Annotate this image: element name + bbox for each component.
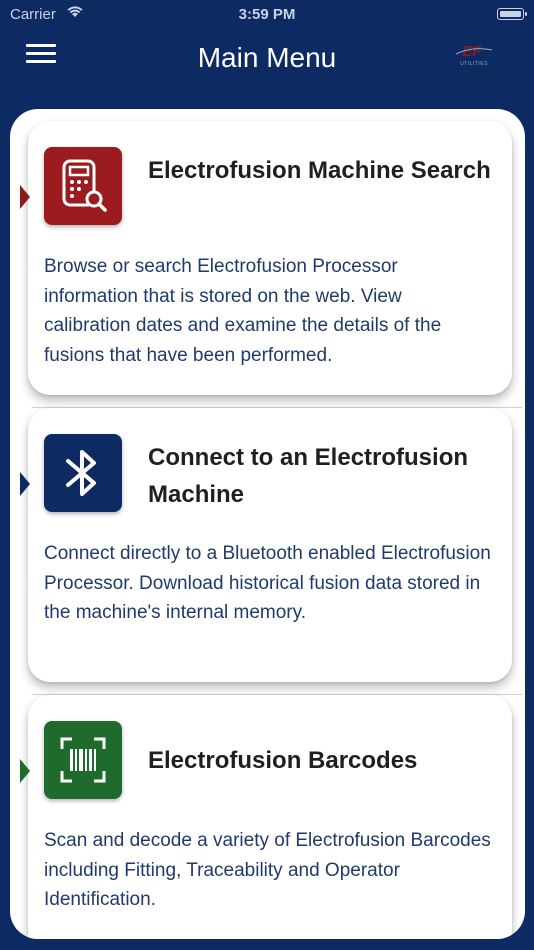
- calculator-search-icon: [44, 147, 122, 225]
- main-menu-panel: Electrofusion Machine Search Browse or s…: [10, 109, 525, 939]
- green-marker: [20, 759, 30, 783]
- menu-card-machine-search[interactable]: Electrofusion Machine Search Browse or s…: [20, 121, 512, 395]
- logo-subtext: UTILITIES: [460, 61, 488, 67]
- card-description: Scan and decode a variety of Electrofusi…: [44, 830, 491, 910]
- menu-card-barcodes[interactable]: Electrofusion Barcodes Scan and decode a…: [20, 695, 512, 939]
- red-marker: [20, 185, 30, 209]
- card-title: Electrofusion Barcodes: [148, 747, 418, 774]
- logo-text: EF: [462, 43, 482, 60]
- card-description: Connect directly to a Bluetooth enabled …: [44, 543, 491, 623]
- barcode-scan-icon: [44, 721, 122, 799]
- status-time: 3:59 PM: [238, 6, 296, 23]
- card-title: Electrofusion Machine Search: [148, 157, 491, 184]
- navbar: Main Menu EF UTILITIES: [0, 28, 534, 88]
- card-description: Browse or search Electrofusion Processor…: [44, 256, 442, 366]
- card-title: Connect to an Electrofusion Machine: [148, 444, 469, 508]
- ef-utilities-logo: EF UTILITIES: [455, 43, 493, 67]
- blue-marker: [20, 472, 30, 496]
- status-bar: Carrier 3:59 PM: [0, 0, 534, 28]
- menu-card-connect-machine[interactable]: Connect to an Electrofusion Machine Conn…: [20, 408, 512, 682]
- bluetooth-icon: [44, 434, 122, 512]
- battery-icon: [497, 8, 527, 20]
